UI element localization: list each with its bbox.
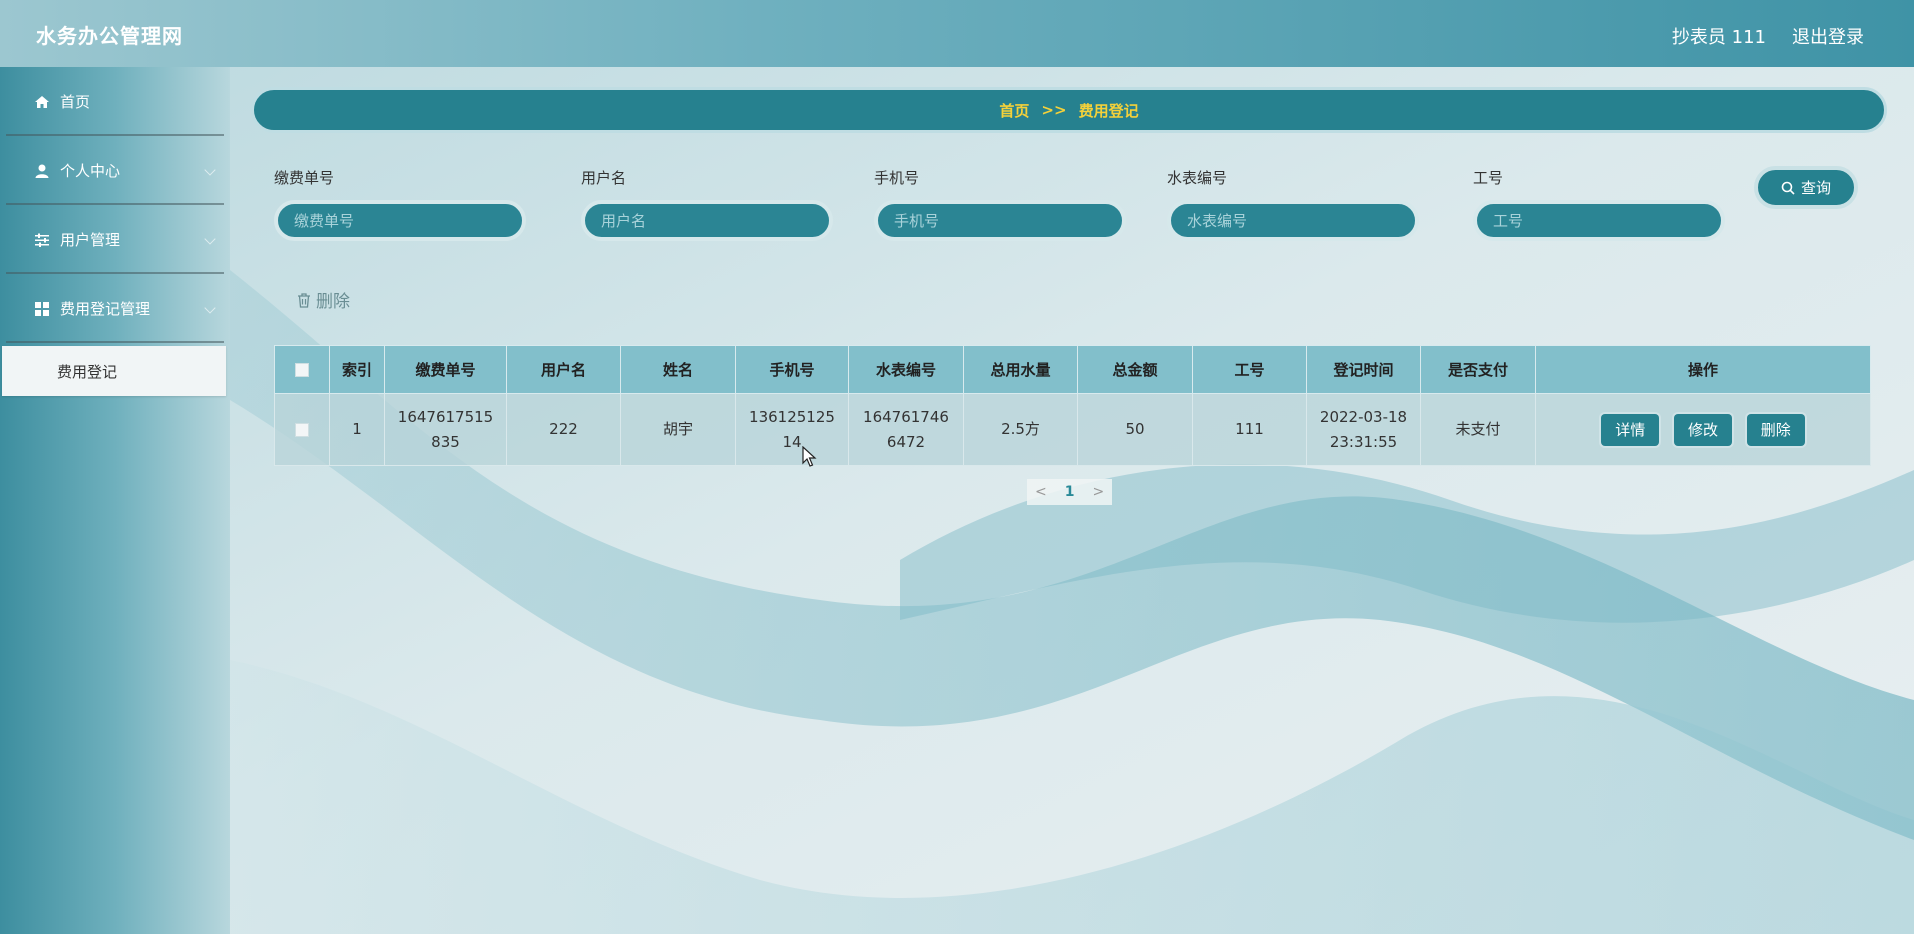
- delete-button[interactable]: 删除: [1746, 413, 1805, 446]
- breadcrumb-separator: >>: [1041, 101, 1067, 119]
- user-label: 抄表员 111: [1671, 27, 1766, 48]
- user-area: 抄表员 111 退出登录: [1672, 23, 1864, 49]
- cell-amount: 50: [1077, 393, 1193, 466]
- sidebar-subitem-fee-registration[interactable]: 费用登记: [2, 346, 226, 396]
- trash-icon: [298, 292, 310, 308]
- mouse-cursor-icon: [802, 446, 817, 467]
- username-input[interactable]: [581, 200, 833, 241]
- select-all-cell: [274, 345, 330, 394]
- select-all-checkbox[interactable]: [295, 363, 309, 377]
- bulk-delete-label: 删除: [316, 292, 350, 312]
- top-header: 水务办公管理网 抄表员 111 退出登录: [0, 0, 1914, 67]
- cell-bill-no: 1647617515835: [384, 393, 507, 466]
- column-header: 缴费单号: [384, 345, 507, 394]
- sidebar-item-home[interactable]: 首页: [0, 67, 230, 136]
- prev-page-button[interactable]: <: [1035, 484, 1047, 500]
- phone-input[interactable]: [874, 200, 1126, 241]
- page-number[interactable]: 1: [1065, 484, 1075, 500]
- breadcrumb: 首页 >> 费用登记: [251, 87, 1887, 133]
- sidebar-item-label: 首页: [60, 93, 91, 111]
- sidebar: 首页 个人中心 用户管理 费用登记管理 费用登记: [0, 67, 230, 934]
- search-field-bill-no: 缴费单号: [274, 167, 526, 241]
- sidebar-item-user-management[interactable]: 用户管理: [0, 205, 230, 274]
- field-label: 工号: [1473, 169, 1504, 187]
- data-table: 索引 缴费单号 用户名 姓名 手机号 水表编号 总用水量 总金额 工号 登记时间…: [274, 345, 1871, 466]
- column-header: 索引: [329, 345, 385, 394]
- pagination: < 1 >: [1027, 479, 1113, 505]
- breadcrumb-current: 费用登记: [1078, 101, 1139, 120]
- cell-time: 2022-03-18 23:31:55: [1306, 393, 1421, 466]
- cell-name: 胡宇: [620, 393, 736, 466]
- search-field-meter-no: 水表编号: [1167, 167, 1419, 241]
- column-header: 水表编号: [848, 345, 964, 394]
- edit-button[interactable]: 修改: [1673, 413, 1732, 446]
- column-header: 工号: [1192, 345, 1307, 394]
- search-icon: [1781, 181, 1795, 195]
- query-button[interactable]: 查询: [1754, 166, 1858, 209]
- column-header: 总用水量: [963, 345, 1078, 394]
- cell-meter-no: 1647617466472: [848, 393, 964, 466]
- app-title: 水务办公管理网: [36, 24, 183, 48]
- cell-water: 2.5方: [963, 393, 1078, 466]
- cell-phone: 13612512514: [735, 393, 849, 466]
- column-header: 姓名: [620, 345, 736, 394]
- table-header-row: 索引 缴费单号 用户名 姓名 手机号 水表编号 总用水量 总金额 工号 登记时间…: [274, 345, 1871, 394]
- field-label: 水表编号: [1167, 169, 1228, 187]
- search-form: 缴费单号 用户名 手机号 水表编号 工号: [274, 167, 1884, 257]
- sidebar-item-personal-center[interactable]: 个人中心: [0, 136, 230, 205]
- sidebar-item-label: 个人中心: [60, 162, 121, 180]
- person-icon: [35, 164, 49, 178]
- sliders-icon: [35, 233, 49, 247]
- breadcrumb-home[interactable]: 首页: [999, 100, 1029, 121]
- column-header: 是否支付: [1420, 345, 1536, 394]
- table-row: 1 1647617515835 222 胡宇 13612512514 16476…: [274, 393, 1871, 466]
- column-header: 总金额: [1077, 345, 1193, 394]
- meter-no-input[interactable]: [1167, 200, 1419, 241]
- sidebar-item-label: 费用登记管理: [60, 300, 151, 318]
- field-label: 缴费单号: [274, 169, 335, 187]
- sidebar-item-label: 用户管理: [60, 231, 121, 249]
- column-header: 用户名: [506, 345, 621, 394]
- grid-icon: [35, 301, 49, 316]
- field-label: 手机号: [874, 169, 920, 187]
- cell-job-no: 111: [1192, 393, 1307, 466]
- search-field-phone: 手机号: [874, 167, 1126, 241]
- column-header: 手机号: [735, 345, 849, 394]
- job-no-input[interactable]: [1473, 200, 1725, 241]
- field-label: 用户名: [581, 169, 627, 187]
- query-label: 查询: [1800, 179, 1831, 197]
- chevron-down-icon: [204, 302, 216, 314]
- cell-index: 1: [329, 393, 385, 466]
- chevron-down-icon: [204, 164, 216, 176]
- bill-no-input[interactable]: [274, 200, 526, 241]
- home-icon: [35, 95, 49, 108]
- column-header: 操作: [1535, 345, 1871, 394]
- logout-button[interactable]: 退出登录: [1792, 23, 1864, 49]
- main-content: 首页 >> 费用登记 缴费单号 用户名 手机号 水表编号 工号 查询 删除: [230, 67, 1914, 934]
- detail-button[interactable]: 详情: [1601, 413, 1660, 446]
- bulk-delete-button[interactable]: 删除: [296, 287, 350, 312]
- search-field-job-no: 工号: [1473, 167, 1725, 241]
- sidebar-item-fee-management[interactable]: 费用登记管理: [0, 274, 230, 343]
- next-page-button[interactable]: >: [1092, 484, 1104, 500]
- search-field-username: 用户名: [581, 167, 833, 241]
- chevron-down-icon: [204, 233, 216, 245]
- row-checkbox[interactable]: [295, 422, 309, 437]
- row-select-cell: [274, 393, 330, 466]
- column-header: 登记时间: [1306, 345, 1421, 394]
- cell-actions: 详情 修改 删除: [1535, 393, 1871, 466]
- cell-username: 222: [506, 393, 621, 466]
- cell-paid: 未支付: [1420, 393, 1536, 466]
